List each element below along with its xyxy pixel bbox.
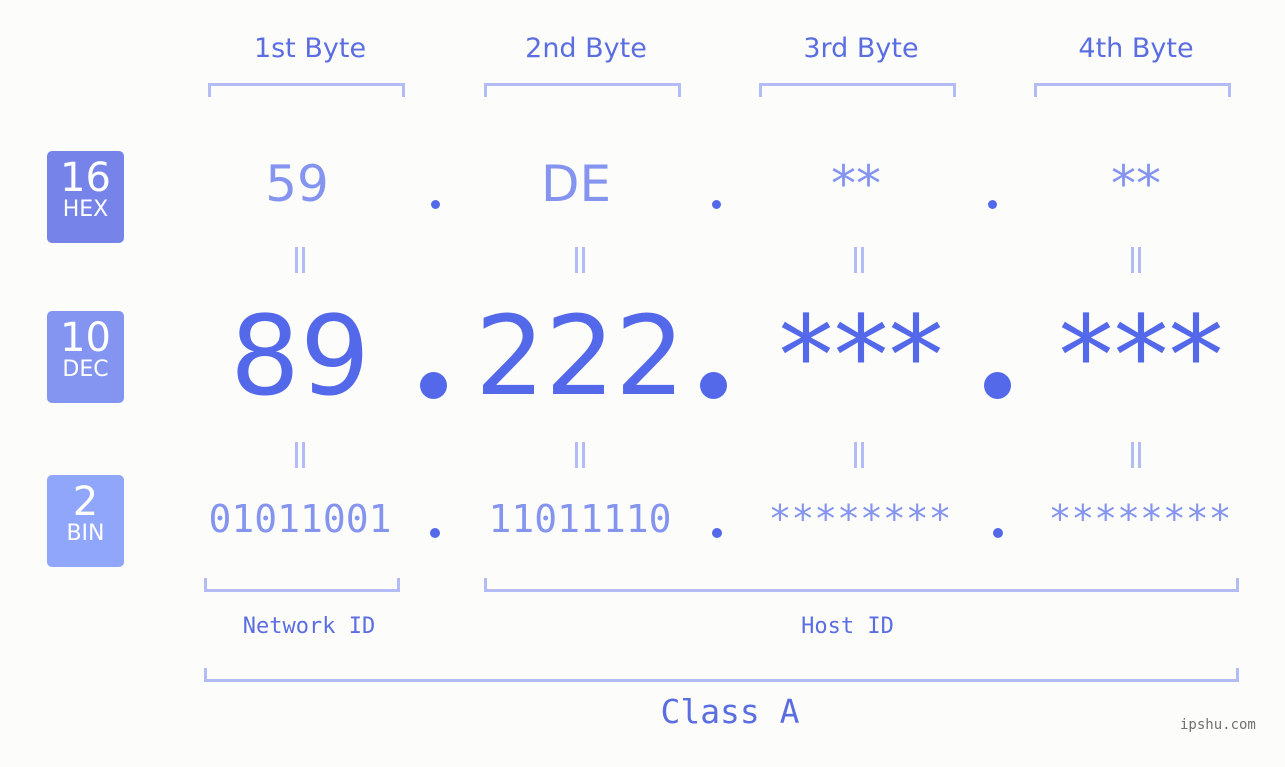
bin-byte-1: 01011001 bbox=[208, 497, 392, 541]
hex-dot-1 bbox=[431, 200, 440, 209]
dec-byte-3: *** bbox=[778, 292, 944, 420]
class-label: Class A bbox=[660, 692, 800, 731]
dec-byte-2: 222 bbox=[475, 292, 685, 420]
equals-icon bbox=[292, 247, 306, 273]
hex-base-number: 16 bbox=[60, 155, 111, 201]
dec-badge: 10 DEC bbox=[47, 311, 124, 403]
bin-base-label: BIN bbox=[66, 521, 105, 546]
byte-bracket-1 bbox=[208, 83, 405, 97]
hex-dot-2 bbox=[712, 200, 721, 209]
byte-bracket-3 bbox=[759, 83, 956, 97]
byte-header-3: 3rd Byte bbox=[803, 33, 919, 64]
bin-dot-1 bbox=[430, 528, 440, 538]
host-id-bracket bbox=[484, 578, 1239, 592]
hex-byte-4: ** bbox=[1111, 155, 1161, 213]
equals-icon bbox=[292, 442, 306, 468]
host-id-label: Host ID bbox=[801, 614, 894, 639]
equals-icon bbox=[572, 442, 586, 468]
dec-byte-1: 89 bbox=[230, 292, 370, 420]
bin-byte-3: ******** bbox=[768, 497, 952, 541]
hex-dot-3 bbox=[988, 200, 997, 209]
dec-dot-3 bbox=[984, 372, 1011, 399]
bin-dot-3 bbox=[993, 528, 1003, 538]
bin-dot-2 bbox=[712, 528, 722, 538]
byte-header-1: 1st Byte bbox=[253, 33, 367, 64]
dec-dot-2 bbox=[700, 372, 727, 399]
network-id-bracket bbox=[204, 578, 400, 592]
bin-byte-2: 11011110 bbox=[488, 497, 672, 541]
hex-base-label: HEX bbox=[62, 197, 109, 222]
equals-icon bbox=[572, 247, 586, 273]
bin-byte-4: ******** bbox=[1048, 497, 1232, 541]
dec-dot-1 bbox=[420, 372, 447, 399]
watermark: ipshu.com bbox=[1180, 717, 1256, 733]
byte-bracket-2 bbox=[484, 83, 681, 97]
bin-badge: 2 BIN bbox=[47, 475, 124, 567]
hex-byte-2: DE bbox=[540, 155, 612, 213]
equals-icon bbox=[1128, 442, 1142, 468]
dec-base-number: 10 bbox=[60, 315, 111, 361]
hex-byte-3: ** bbox=[831, 155, 881, 213]
bin-base-number: 2 bbox=[72, 479, 99, 525]
byte-header-4: 4th Byte bbox=[1078, 33, 1194, 64]
equals-icon bbox=[851, 247, 865, 273]
dec-base-label: DEC bbox=[62, 357, 109, 382]
hex-badge: 16 HEX bbox=[47, 151, 124, 243]
equals-icon bbox=[851, 442, 865, 468]
dec-byte-4: *** bbox=[1058, 292, 1224, 420]
equals-icon bbox=[1128, 247, 1142, 273]
network-id-label: Network ID bbox=[242, 614, 376, 639]
byte-bracket-4 bbox=[1034, 83, 1231, 97]
hex-byte-1: 59 bbox=[265, 155, 329, 213]
class-bracket bbox=[204, 668, 1239, 682]
byte-header-2: 2nd Byte bbox=[525, 33, 647, 64]
